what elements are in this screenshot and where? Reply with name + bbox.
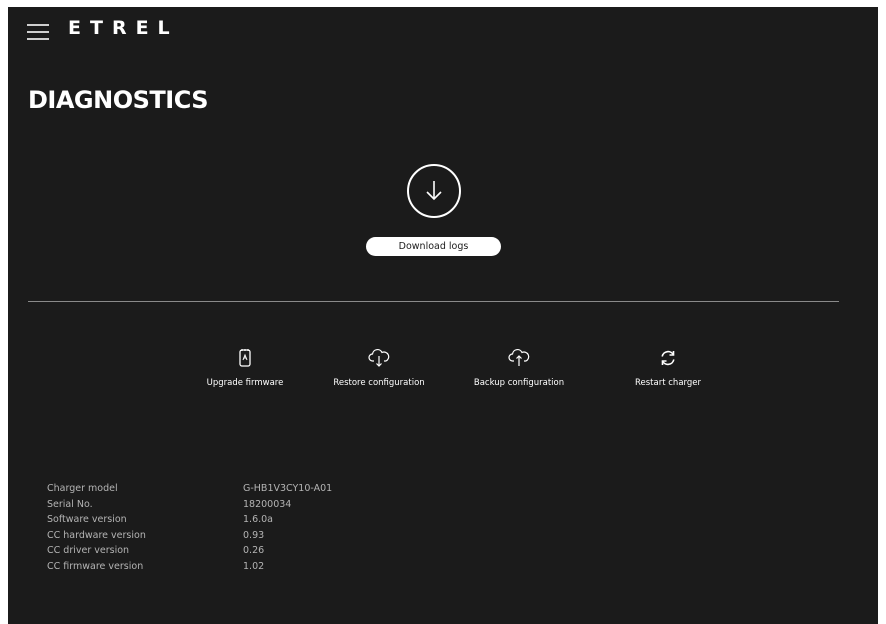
etrel-logo: ETREL (68, 17, 179, 39)
restart-charger-button[interactable]: Restart charger (603, 347, 733, 388)
action-label: Restart charger (635, 378, 701, 388)
info-label: CC driver version (47, 545, 130, 557)
info-value: G-HB1V3CY10-A01 (243, 483, 333, 494)
hamburger-menu-icon[interactable] (27, 22, 49, 40)
restart-icon (658, 347, 678, 369)
cloud-upload-icon (508, 347, 530, 369)
info-row-charger-model: Charger model G-HB1V3CY10-A01 (47, 481, 332, 497)
download-logs-button[interactable]: Download logs (366, 237, 501, 256)
info-row-serial-no: Serial No. 18200034 (47, 497, 332, 513)
info-value: 0.93 (243, 529, 265, 541)
info-value: 0.26 (243, 545, 265, 557)
charger-info-table: Charger model G-HB1V3CY10-A01 Serial No.… (47, 481, 332, 575)
restore-configuration-button[interactable]: Restore configuration (314, 347, 444, 388)
upgrade-firmware-button[interactable]: Upgrade firmware (180, 347, 310, 388)
info-row-cc-hardware-version: CC hardware version 0.93 (47, 528, 332, 544)
download-icon[interactable] (407, 164, 461, 218)
info-value: 1.02 (243, 560, 265, 572)
info-label: CC hardware version (47, 529, 146, 541)
page-title: DIAGNOSTICS (28, 86, 209, 114)
action-label: Upgrade firmware (206, 378, 284, 388)
info-label: Charger model (47, 483, 118, 494)
info-label: CC firmware version (47, 560, 144, 572)
action-label: Backup configuration (473, 378, 565, 388)
info-row-cc-firmware-version: CC firmware version 1.02 (47, 559, 332, 575)
info-value: 18200034 (243, 498, 292, 510)
section-divider (28, 301, 839, 302)
action-label: Restore configuration (333, 378, 425, 388)
info-value: 1.6.0a (243, 514, 273, 526)
backup-configuration-button[interactable]: Backup configuration (454, 347, 584, 388)
info-label: Software version (47, 514, 127, 526)
app-window: ETREL DIAGNOSTICS Download logs Upgrade … (8, 7, 878, 624)
info-row-cc-driver-version: CC driver version 0.26 (47, 543, 332, 559)
info-row-software-version: Software version 1.6.0a (47, 512, 332, 528)
firmware-chip-icon (238, 347, 252, 369)
info-label: Serial No. (47, 498, 93, 510)
cloud-download-icon (368, 347, 390, 369)
